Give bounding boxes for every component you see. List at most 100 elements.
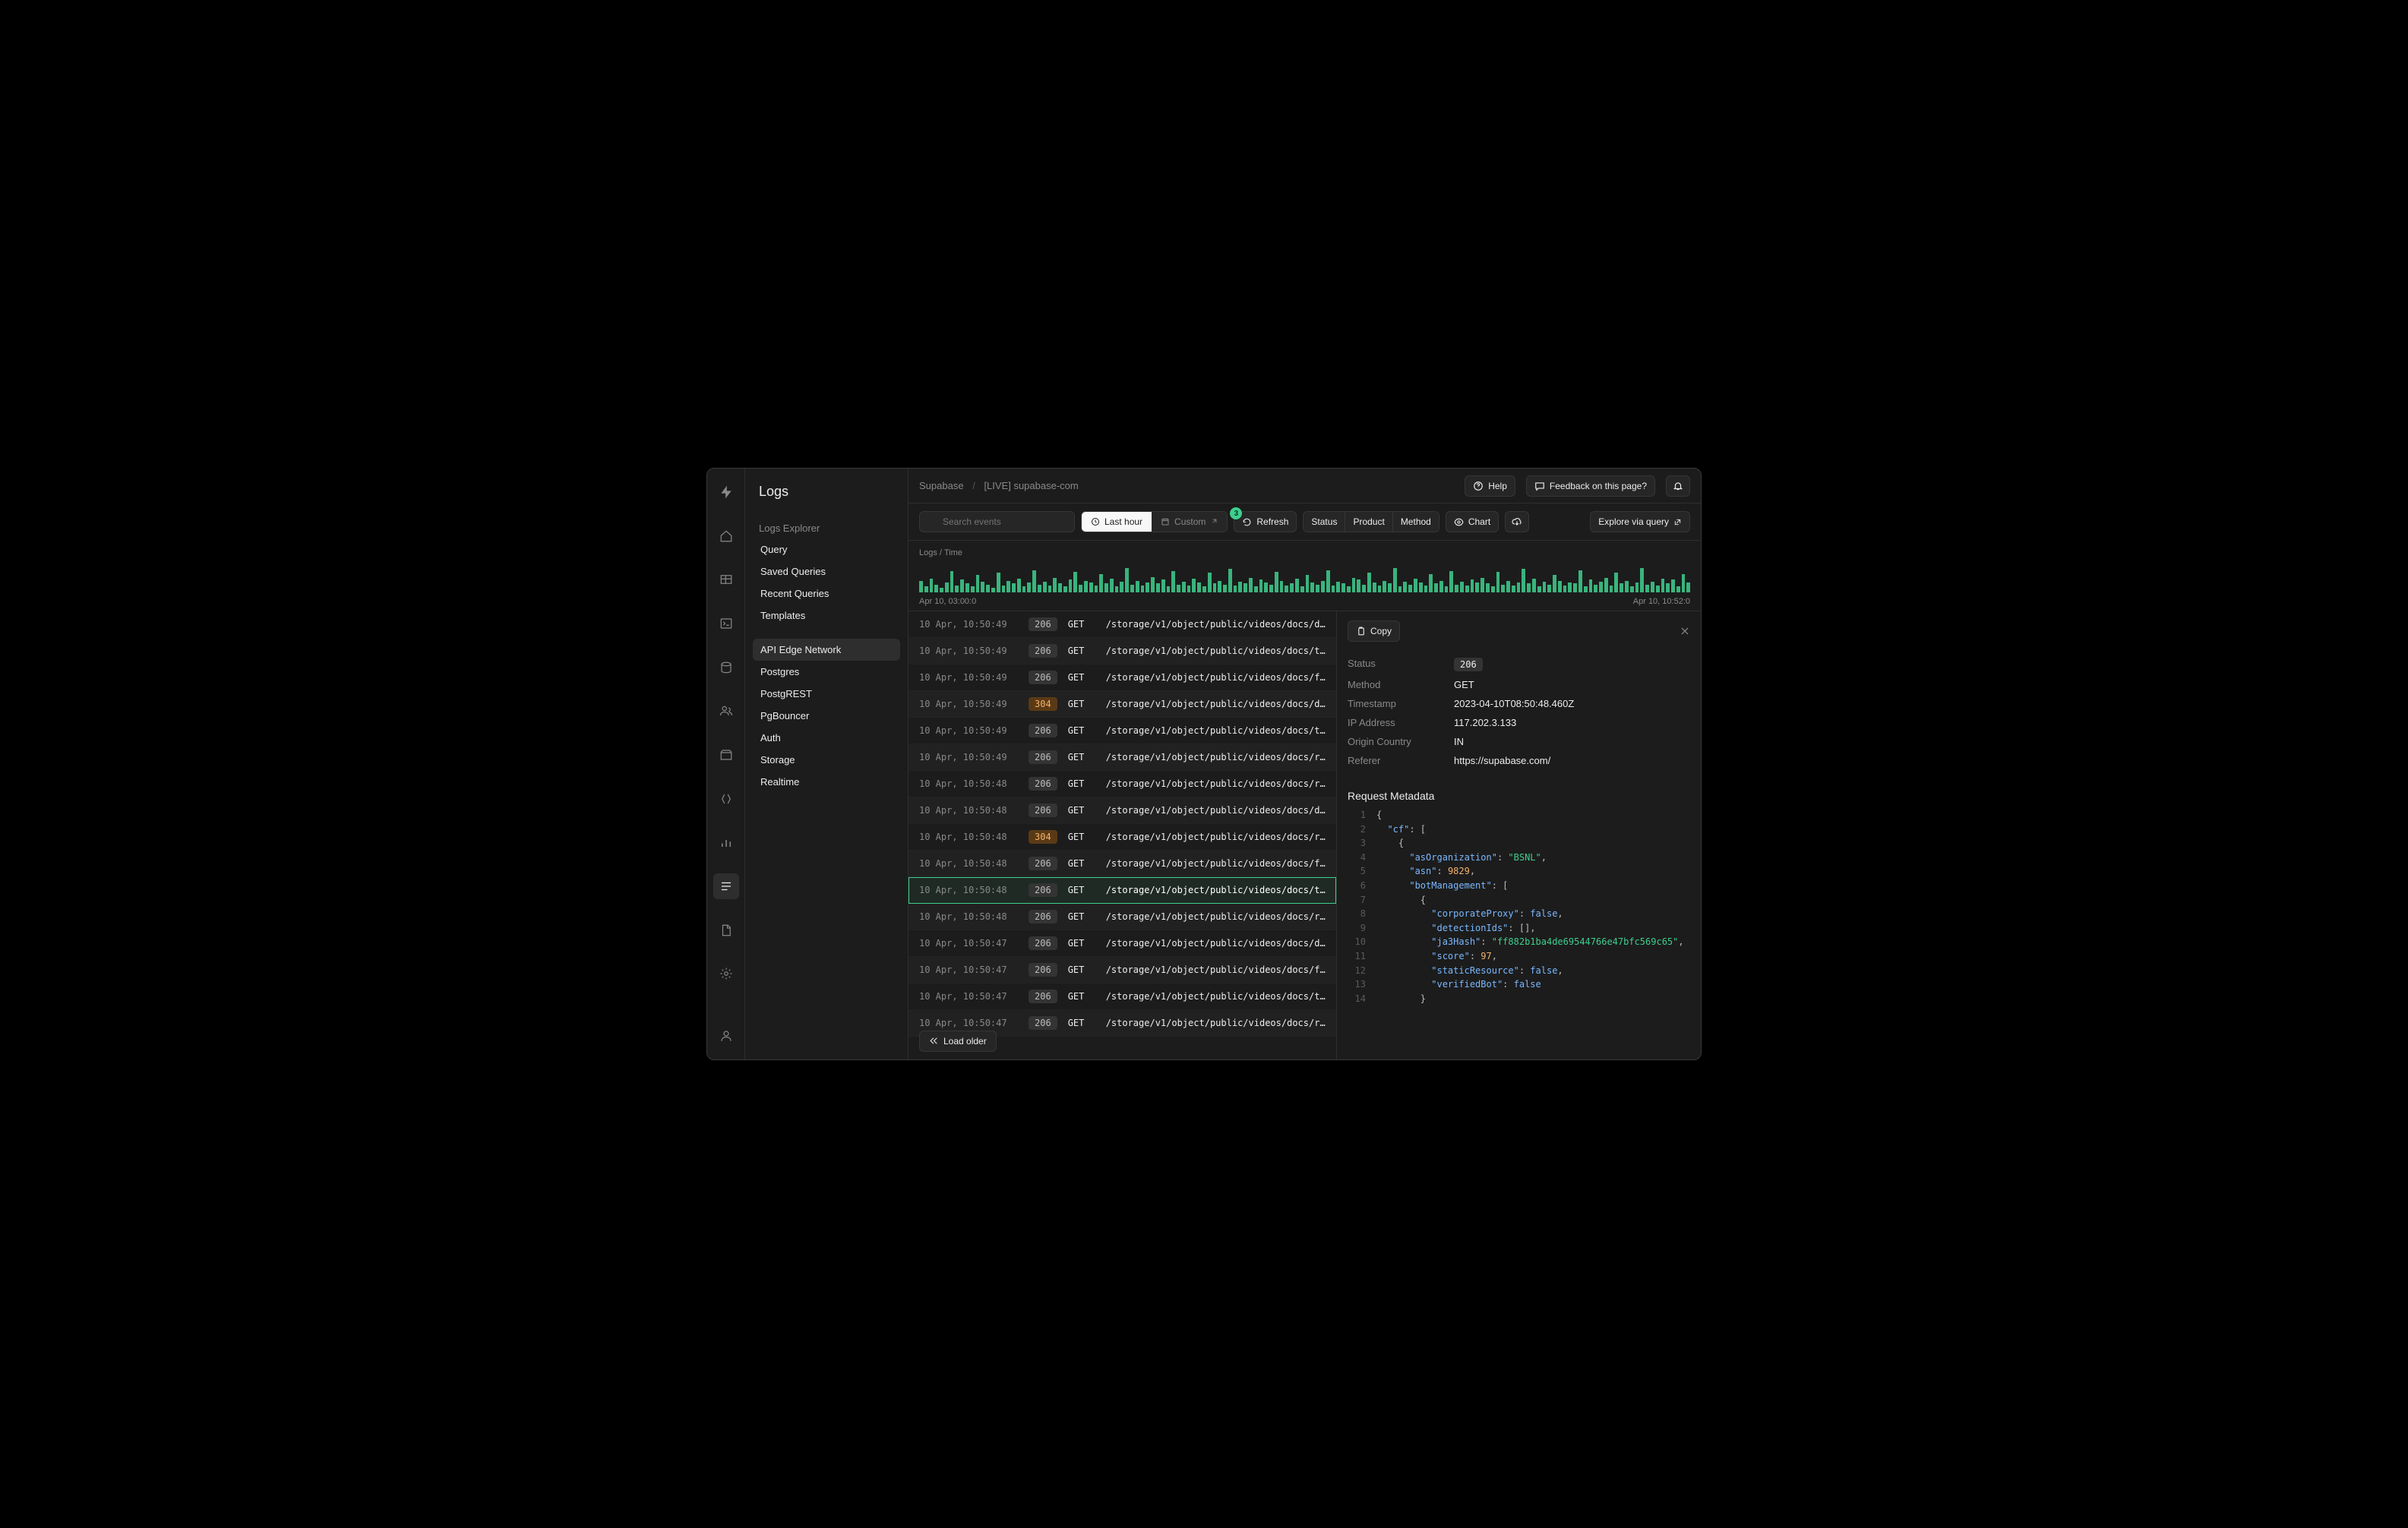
log-path: /storage/v1/object/public/videos/docs/re… xyxy=(1106,778,1326,789)
supabase-logo-icon[interactable] xyxy=(713,479,739,505)
log-path: /storage/v1/object/public/videos/docs/re… xyxy=(1106,911,1326,922)
filter-chip-product[interactable]: Product xyxy=(1345,512,1392,532)
calendar-icon xyxy=(1161,517,1170,526)
log-row[interactable]: 10 Apr, 10:50:47206GET/storage/v1/object… xyxy=(909,957,1336,983)
explore-via-query-button[interactable]: Explore via query xyxy=(1590,511,1690,532)
log-row[interactable]: 10 Apr, 10:50:48206GET/storage/v1/object… xyxy=(909,877,1336,904)
seg-last-hour[interactable]: Last hour xyxy=(1082,512,1152,532)
log-timestamp: 10 Apr, 10:50:47 xyxy=(919,938,1018,949)
copy-button[interactable]: Copy xyxy=(1348,620,1400,642)
log-status-badge: 206 xyxy=(1029,990,1057,1003)
log-row[interactable]: 10 Apr, 10:50:49206GET/storage/v1/object… xyxy=(909,611,1336,638)
log-method: GET xyxy=(1068,805,1095,816)
bell-icon xyxy=(1673,481,1683,491)
log-method: GET xyxy=(1068,1018,1095,1028)
log-row[interactable]: 10 Apr, 10:50:49206GET/storage/v1/object… xyxy=(909,744,1336,771)
log-status-badge: 206 xyxy=(1029,671,1057,684)
log-row[interactable]: 10 Apr, 10:50:49206GET/storage/v1/object… xyxy=(909,718,1336,744)
log-list[interactable]: 10 Apr, 10:50:49206GET/storage/v1/object… xyxy=(909,611,1336,1059)
search-input[interactable] xyxy=(919,511,1075,532)
breadcrumb-project[interactable]: [LIVE] supabase-com xyxy=(984,480,1078,491)
logs-icon[interactable] xyxy=(713,873,739,899)
storage-icon[interactable] xyxy=(713,742,739,768)
log-timestamp: 10 Apr, 10:50:47 xyxy=(919,964,1018,975)
log-method: GET xyxy=(1068,699,1095,709)
load-older-button[interactable]: Load older xyxy=(919,1031,997,1052)
help-button[interactable]: Help xyxy=(1465,475,1515,497)
log-row[interactable]: 10 Apr, 10:50:49206GET/storage/v1/object… xyxy=(909,638,1336,665)
download-button[interactable] xyxy=(1505,511,1529,532)
log-row[interactable]: 10 Apr, 10:50:49304GET/storage/v1/object… xyxy=(909,691,1336,718)
log-timestamp: 10 Apr, 10:50:47 xyxy=(919,1018,1018,1028)
breadcrumb-org[interactable]: Supabase xyxy=(919,480,964,491)
sidebar-item-pgbouncer[interactable]: PgBouncer xyxy=(753,705,900,727)
sidebar-item-storage[interactable]: Storage xyxy=(753,749,900,771)
sidebar-item-postgres[interactable]: Postgres xyxy=(753,661,900,683)
log-row[interactable]: 10 Apr, 10:50:48206GET/storage/v1/object… xyxy=(909,771,1336,797)
log-row[interactable]: 10 Apr, 10:50:48206GET/storage/v1/object… xyxy=(909,797,1336,824)
log-path: /storage/v1/object/public/videos/docs/to… xyxy=(1106,646,1326,656)
clipboard-icon xyxy=(1356,627,1366,636)
log-row[interactable]: 10 Apr, 10:50:49206GET/storage/v1/object… xyxy=(909,665,1336,691)
log-status-badge: 206 xyxy=(1029,617,1057,631)
clock-icon xyxy=(1091,517,1100,526)
log-row[interactable]: 10 Apr, 10:50:47206GET/storage/v1/object… xyxy=(909,930,1336,957)
log-status-badge: 206 xyxy=(1029,883,1057,897)
chart-end-label: Apr 10, 10:52:0 xyxy=(1633,597,1690,606)
sidebar-item-recent-queries[interactable]: Recent Queries xyxy=(753,582,900,605)
log-status-badge: 304 xyxy=(1029,697,1057,711)
log-row[interactable]: 10 Apr, 10:50:48304GET/storage/v1/object… xyxy=(909,824,1336,851)
notifications-button[interactable] xyxy=(1666,475,1690,497)
database-icon[interactable] xyxy=(713,655,739,680)
log-method: GET xyxy=(1068,725,1095,736)
log-status-badge: 206 xyxy=(1029,857,1057,870)
log-method: GET xyxy=(1068,619,1095,630)
feedback-button[interactable]: Feedback on this page? xyxy=(1526,475,1655,497)
filter-chip-method[interactable]: Method xyxy=(1392,512,1439,532)
user-account-icon[interactable] xyxy=(713,1023,739,1049)
log-method: GET xyxy=(1068,778,1095,789)
sidebar-item-auth[interactable]: Auth xyxy=(753,727,900,749)
seg-custom[interactable]: Custom xyxy=(1152,512,1227,532)
breadcrumb: Supabase / [LIVE] supabase-com xyxy=(919,480,1079,491)
chart-toggle-button[interactable]: Chart xyxy=(1446,511,1499,532)
log-method: GET xyxy=(1068,752,1095,762)
log-status-badge: 206 xyxy=(1029,644,1057,658)
log-row[interactable]: 10 Apr, 10:50:47206GET/storage/v1/object… xyxy=(909,983,1336,1010)
log-row[interactable]: 10 Apr, 10:50:48206GET/storage/v1/object… xyxy=(909,851,1336,877)
request-metadata-code: 1{2 "cf": [3 {4 "asOrganization": "BSNL"… xyxy=(1337,808,1701,1016)
sidebar-item-realtime[interactable]: Realtime xyxy=(753,771,900,793)
sidebar-item-templates[interactable]: Templates xyxy=(753,605,900,627)
eye-icon xyxy=(1454,517,1464,527)
detail-field-origin-country: Origin CountryIN xyxy=(1348,732,1690,751)
log-path: /storage/v1/object/public/videos/docs/du… xyxy=(1106,805,1326,816)
api-docs-icon[interactable] xyxy=(713,917,739,943)
sidebar-item-query[interactable]: Query xyxy=(753,538,900,560)
icon-rail xyxy=(707,469,745,1059)
log-row[interactable]: 10 Apr, 10:50:48206GET/storage/v1/object… xyxy=(909,904,1336,930)
sidebar-item-api-edge-network[interactable]: API Edge Network xyxy=(753,639,900,661)
sidebar-header: Logs Explorer xyxy=(753,518,900,538)
chart-area: Logs / Time Apr 10, 03:00:0 Apr 10, 10:5… xyxy=(909,541,1701,611)
functions-icon[interactable] xyxy=(713,786,739,812)
table-icon[interactable] xyxy=(713,567,739,592)
log-status-badge: 206 xyxy=(1029,1016,1057,1030)
sidebar-item-saved-queries[interactable]: Saved Queries xyxy=(753,560,900,582)
close-icon[interactable] xyxy=(1680,626,1690,636)
users-icon[interactable] xyxy=(713,698,739,724)
log-path: /storage/v1/object/public/videos/docs/fa… xyxy=(1106,964,1326,975)
refresh-badge: 3 xyxy=(1230,507,1242,519)
log-status-badge: 206 xyxy=(1029,936,1057,950)
log-timestamp: 10 Apr, 10:50:48 xyxy=(919,885,1018,895)
terminal-icon[interactable] xyxy=(713,611,739,636)
sidebar-item-postgrest[interactable]: PostgREST xyxy=(753,683,900,705)
log-path: /storage/v1/object/public/videos/docs/re… xyxy=(1106,1018,1326,1028)
log-timestamp: 10 Apr, 10:50:48 xyxy=(919,832,1018,842)
chart-sparkline xyxy=(919,568,1690,592)
home-icon[interactable] xyxy=(713,523,739,549)
help-icon xyxy=(1473,481,1484,491)
filter-chip-status[interactable]: Status xyxy=(1304,512,1345,532)
settings-icon[interactable] xyxy=(713,961,739,987)
reports-icon[interactable] xyxy=(713,830,739,856)
refresh-button[interactable]: 3 Refresh xyxy=(1234,511,1297,532)
